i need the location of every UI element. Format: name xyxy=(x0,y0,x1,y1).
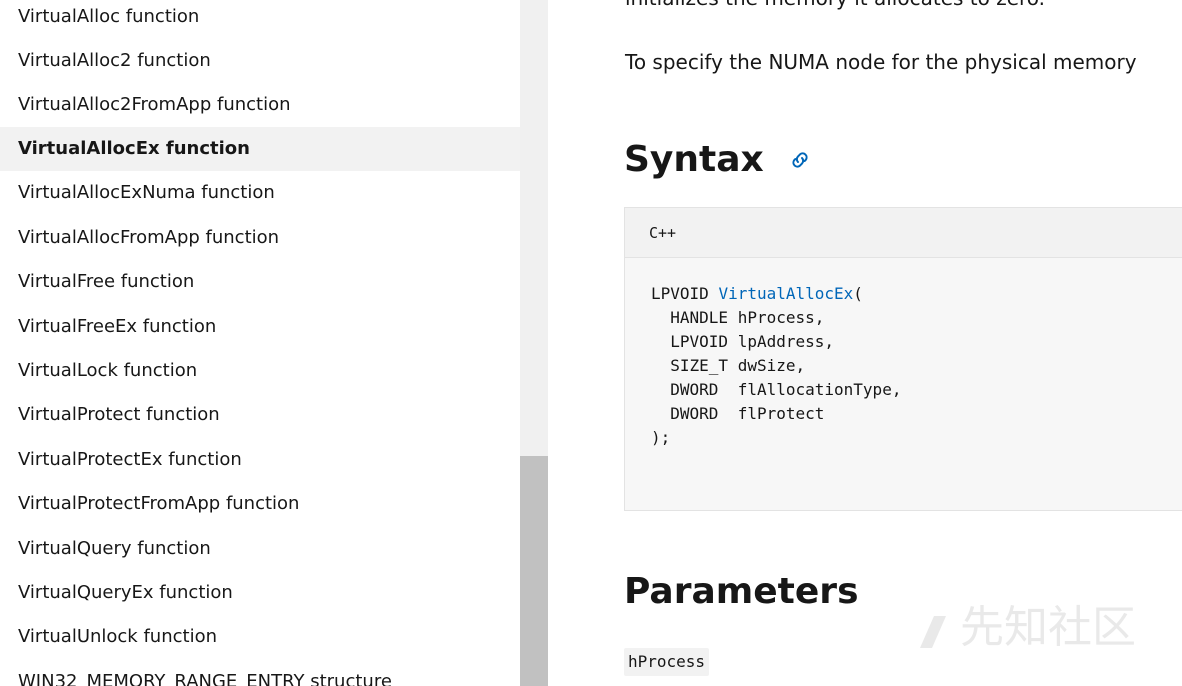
intro-text-partial: initializes the memory it allocates to z… xyxy=(625,0,1045,18)
watermark-logo-icon xyxy=(920,616,946,648)
code-line: DWORD flProtect xyxy=(651,404,825,423)
syntax-heading: Syntax xyxy=(624,138,812,183)
code-line: SIZE_T dwSize, xyxy=(651,356,806,375)
code-content[interactable]: LPVOID VirtualAllocEx( HANDLE hProcess, … xyxy=(625,258,1182,450)
code-line: HANDLE hProcess, xyxy=(651,308,825,327)
sidebar-scrollbar[interactable] xyxy=(520,0,548,686)
sidebar-item-virtualallocex[interactable]: VirtualAllocEx function xyxy=(0,127,520,171)
sidebar-item-virtualallocexnuma[interactable]: VirtualAllocExNuma function xyxy=(0,171,520,215)
sidebar-nav: VirtualAlloc function VirtualAlloc2 func… xyxy=(0,0,520,686)
syntax-heading-text: Syntax xyxy=(624,139,764,180)
sidebar-item-virtualfree[interactable]: VirtualFree function xyxy=(0,260,520,304)
watermark-text: 先知社区 xyxy=(960,602,1136,653)
sidebar-item-virtualquery[interactable]: VirtualQuery function xyxy=(0,527,520,571)
sidebar-item-virtualalloc2[interactable]: VirtualAlloc2 function xyxy=(0,39,520,83)
code-line: ); xyxy=(651,428,671,447)
sidebar-item-virtualprotectex[interactable]: VirtualProtectEx function xyxy=(0,438,520,482)
code-block: C++ LPVOID VirtualAllocEx( HANDLE hProce… xyxy=(624,207,1182,511)
sidebar-item-virtualprotect[interactable]: VirtualProtect function xyxy=(0,393,520,437)
sidebar-item-virtuallock[interactable]: VirtualLock function xyxy=(0,349,520,393)
sidebar-item-virtualalloc[interactable]: VirtualAlloc function xyxy=(0,0,520,39)
code-function-name: VirtualAllocEx xyxy=(718,284,854,303)
sidebar-item-virtualunlock[interactable]: VirtualUnlock function xyxy=(0,615,520,659)
sidebar-item-virtualfreeex[interactable]: VirtualFreeEx function xyxy=(0,305,520,349)
sidebar-item-win32-memory-range-entry[interactable]: WIN32_MEMORY_RANGE_ENTRY structure xyxy=(0,660,520,686)
sidebar-item-virtualallocfromapp[interactable]: VirtualAllocFromApp function xyxy=(0,216,520,260)
sidebar-item-virtualqueryex[interactable]: VirtualQueryEx function xyxy=(0,571,520,615)
code-return-type: LPVOID xyxy=(651,284,719,303)
sidebar-item-virtualprotectfromapp[interactable]: VirtualProtectFromApp function xyxy=(0,482,520,526)
link-icon[interactable] xyxy=(788,139,812,183)
param-name-hprocess: hProcess xyxy=(624,648,710,676)
sidebar-scrollbar-thumb[interactable] xyxy=(520,456,548,686)
numa-paragraph: To specify the NUMA node for the physica… xyxy=(625,50,1137,74)
code-open-paren: ( xyxy=(853,284,863,303)
code-language-label: C++ xyxy=(625,208,1182,258)
code-line: DWORD flAllocationType, xyxy=(651,380,902,399)
code-line: LPVOID lpAddress, xyxy=(651,332,835,351)
article-content: initializes the memory it allocates to z… xyxy=(548,0,1182,686)
parameters-heading: Parameters xyxy=(624,571,859,612)
sidebar-item-virtualalloc2fromapp[interactable]: VirtualAlloc2FromApp function xyxy=(0,83,520,127)
